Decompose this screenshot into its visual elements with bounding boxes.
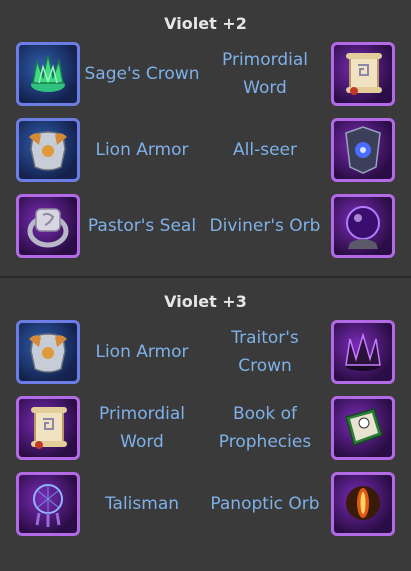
scroll-icon (331, 42, 395, 106)
seal-ring-icon (16, 194, 80, 258)
book-icon (331, 396, 395, 460)
item-name[interactable]: All-seer (205, 112, 325, 188)
item-name[interactable]: Book of Prophecies (205, 390, 325, 466)
item-icon-slot[interactable] (16, 472, 80, 536)
item-name[interactable]: Primordial Word (205, 36, 325, 112)
fiery-orb-icon (331, 472, 395, 536)
item-icon-slot[interactable] (16, 42, 80, 106)
item-name[interactable]: Traitor's Crown (205, 314, 325, 390)
item-icon-slot[interactable] (331, 396, 395, 460)
item-row: Lion Armor Traitor's Crown (0, 314, 411, 390)
set-section: Violet +3 Lion Armor Traitor's Crown Primor… (0, 278, 411, 542)
item-icon-slot[interactable] (331, 194, 395, 258)
orb-icon (331, 194, 395, 258)
dark-crown-icon (331, 320, 395, 384)
item-icon-slot[interactable] (16, 320, 80, 384)
item-sets: Violet +2 Sage's Crown Primordial Word Lion… (0, 0, 411, 542)
scroll-icon (16, 396, 80, 460)
armor-icon (16, 320, 80, 384)
item-icon-slot[interactable] (16, 194, 80, 258)
item-name[interactable]: Pastor's Seal (82, 188, 202, 264)
item-icon-slot[interactable] (331, 118, 395, 182)
item-icon-slot[interactable] (331, 320, 395, 384)
item-row: Lion Armor All-seer (0, 112, 411, 188)
item-name[interactable]: Lion Armor (82, 314, 202, 390)
item-row: Primordial Word Book of Prophecies (0, 390, 411, 466)
item-row: Pastor's Seal Diviner's Orb (0, 188, 411, 264)
item-row: Sage's Crown Primordial Word (0, 36, 411, 112)
item-name[interactable]: Diviner's Orb (205, 188, 325, 264)
armor-icon (16, 118, 80, 182)
all-seer-icon (331, 118, 395, 182)
section-title: Violet +3 (164, 292, 247, 311)
item-name[interactable]: Talisman (82, 466, 202, 542)
item-name[interactable]: Panoptic Orb (205, 466, 325, 542)
item-icon-slot[interactable] (331, 42, 395, 106)
set-section: Violet +2 Sage's Crown Primordial Word Lion… (0, 0, 411, 264)
dreamcatcher-icon (16, 472, 80, 536)
item-name[interactable]: Sage's Crown (82, 36, 202, 112)
item-name[interactable]: Primordial Word (82, 390, 202, 466)
item-icon-slot[interactable] (331, 472, 395, 536)
item-icon-slot[interactable] (16, 118, 80, 182)
item-name[interactable]: Lion Armor (82, 112, 202, 188)
item-row: Talisman Panoptic Orb (0, 466, 411, 542)
section-title: Violet +2 (164, 14, 247, 33)
item-icon-slot[interactable] (16, 396, 80, 460)
green-crown-icon (16, 42, 80, 106)
